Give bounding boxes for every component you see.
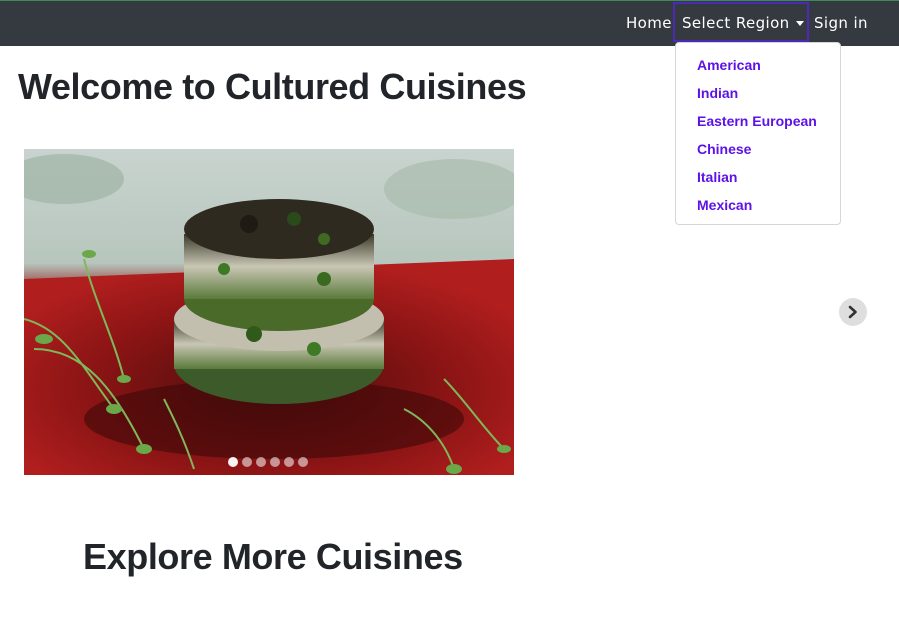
section-title: Explore More Cuisines [83, 536, 463, 577]
caret-down-icon [795, 21, 804, 26]
food-carousel[interactable] [24, 149, 514, 475]
dropdown-item-mexican[interactable]: Mexican [676, 191, 840, 219]
select-region-label: Select Region [682, 14, 790, 32]
carousel-slide-image [24, 149, 514, 475]
dropdown-item-chinese[interactable]: Chinese [676, 135, 840, 163]
dropdown-item-indian[interactable]: Indian [676, 79, 840, 107]
sign-in-link[interactable]: Sign in [814, 1, 868, 45]
carousel-indicator[interactable] [242, 457, 252, 467]
region-dropdown-menu: American Indian Eastern European Chinese… [675, 42, 841, 225]
top-navbar: Home Select Region Sign in [0, 0, 899, 46]
dropdown-item-eastern-european[interactable]: Eastern European [676, 107, 840, 135]
chevron-right-icon [848, 305, 857, 319]
select-region-dropdown-toggle[interactable]: Select Region [673, 2, 809, 42]
carousel-indicator[interactable] [270, 457, 280, 467]
page-title: Welcome to Cultured Cuisines [18, 66, 527, 107]
carousel-indicators [228, 457, 308, 467]
carousel-indicator[interactable] [284, 457, 294, 467]
carousel-indicator[interactable] [298, 457, 308, 467]
dropdown-item-american[interactable]: American [676, 51, 840, 79]
carousel-next-button[interactable] [839, 298, 867, 326]
nav-home-link[interactable]: Home [626, 1, 672, 45]
carousel-indicator[interactable] [256, 457, 266, 467]
carousel-indicator[interactable] [228, 457, 238, 467]
dropdown-item-italian[interactable]: Italian [676, 163, 840, 191]
